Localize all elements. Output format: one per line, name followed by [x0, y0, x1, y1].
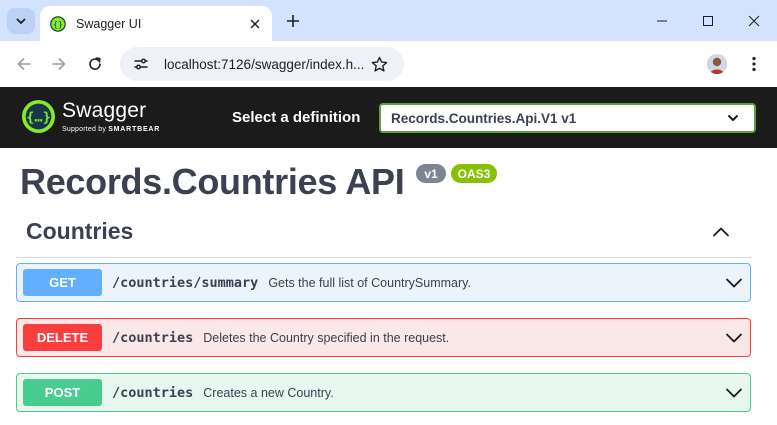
chevron-down-icon [726, 111, 740, 125]
version-badge: v1 [416, 164, 446, 183]
window-controls [639, 0, 777, 41]
minimize-icon [657, 20, 667, 21]
tab-search-button[interactable] [7, 8, 35, 34]
swagger-favicon-icon: {} [50, 15, 66, 32]
bookmark-button[interactable] [368, 53, 390, 75]
swagger-topbar: {…} Swagger Supported by SMARTBEAR Selec… [0, 87, 777, 148]
operation-summary: Creates a new Country. [203, 385, 334, 400]
forward-button[interactable] [47, 52, 71, 76]
more-vertical-icon [752, 56, 756, 72]
tab-title: Swagger UI [76, 16, 142, 31]
definition-label: Select a definition [232, 109, 361, 126]
reload-icon [89, 57, 101, 70]
maximize-icon [703, 15, 713, 26]
tab-close-button[interactable] [246, 15, 264, 33]
minimize-button[interactable] [639, 0, 685, 41]
method-badge: DELETE [23, 324, 102, 351]
operation-path: /countries [112, 329, 194, 346]
chevron-down-icon [726, 278, 742, 287]
method-badge: GET [23, 269, 102, 296]
svg-text:{…}: {…} [26, 109, 51, 125]
tag-title: Countries [26, 218, 134, 244]
operation-delete-countries[interactable]: DELETE /countries Deletes the Country sp… [16, 318, 751, 357]
logo-wordmark: Swagger [62, 98, 147, 122]
site-info-button[interactable] [132, 55, 150, 73]
new-tab-button[interactable] [282, 10, 304, 32]
maximize-button[interactable] [685, 0, 731, 41]
close-window-button[interactable] [731, 0, 777, 41]
chevron-down-icon [726, 388, 742, 397]
chevron-down-icon [726, 333, 742, 342]
collapse-tag-button[interactable] [709, 220, 733, 244]
definition-select[interactable]: Records.Countries.Api.V1 v1 [379, 103, 756, 133]
address-bar[interactable]: localhost:7126/swagger/index.h... [120, 47, 404, 81]
close-icon [748, 15, 760, 26]
operation-path: /countries [112, 384, 194, 401]
arrow-right-icon [52, 58, 66, 70]
operation-get-countries-summary[interactable]: GET /countries/summary Gets the full lis… [16, 263, 751, 302]
api-title: Records.Countries API [20, 161, 405, 202]
tag-section-header[interactable]: Countries [16, 208, 751, 258]
browser-tab-active[interactable]: {} Swagger UI [40, 6, 272, 41]
browser-titlebar: {} Swagger UI [0, 0, 777, 41]
url-text[interactable]: localhost:7126/swagger/index.h... [164, 57, 368, 72]
browser-toolbar: localhost:7126/swagger/index.h... [0, 41, 777, 87]
profile-avatar[interactable] [707, 54, 727, 74]
reload-button[interactable] [83, 52, 107, 76]
definition-select-value: Records.Countries.Api.V1 v1 [391, 110, 577, 126]
operation-post-countries[interactable]: POST /countries Creates a new Country. [16, 373, 751, 412]
operation-summary: Deletes the Country specified in the req… [203, 330, 450, 345]
plus-icon [287, 15, 299, 27]
method-badge: POST [23, 379, 102, 406]
tune-icon [134, 58, 148, 70]
svg-text:{}: {} [53, 20, 63, 29]
expand-operation-button[interactable] [724, 328, 744, 348]
oas-badge: OAS3 [451, 164, 497, 183]
chevron-down-icon [16, 18, 26, 24]
operation-path: /countries/summary [112, 274, 259, 291]
expand-operation-button[interactable] [724, 383, 744, 403]
close-icon [250, 19, 260, 28]
chevron-up-icon [713, 227, 729, 237]
swagger-logo[interactable]: {…} Swagger Supported by SMARTBEAR [21, 99, 160, 134]
operation-summary: Gets the full list of CountrySummary. [268, 275, 471, 290]
logo-subtitle: Supported by SMARTBEAR [62, 125, 161, 133]
browser-menu-button[interactable] [744, 53, 764, 75]
back-button[interactable] [12, 52, 36, 76]
swagger-logo-icon: {…} [21, 99, 56, 134]
arrow-left-icon [17, 58, 31, 70]
expand-operation-button[interactable] [724, 273, 744, 293]
star-icon [371, 56, 387, 72]
